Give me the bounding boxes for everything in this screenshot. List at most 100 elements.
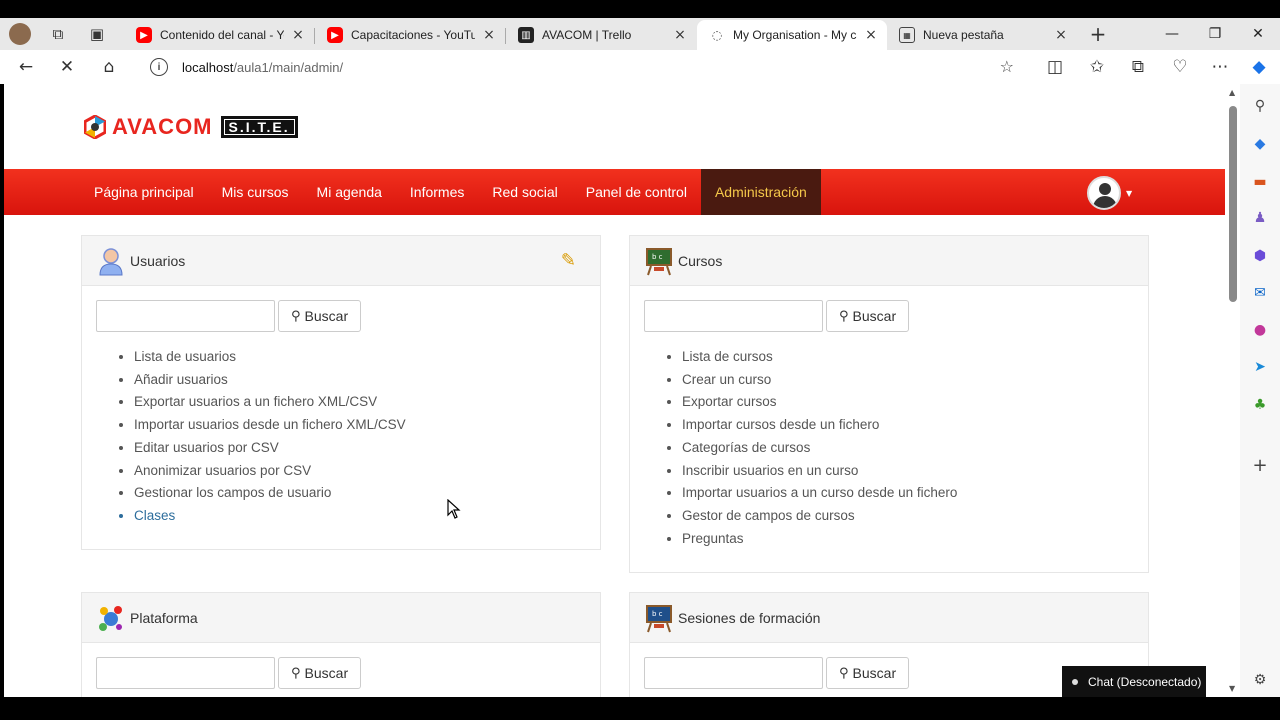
link-inscribir-usuarios[interactable]: Inscribir usuarios en un curso (682, 460, 1148, 483)
home-icon[interactable]: ⌂ (97, 55, 121, 79)
split-screen-icon[interactable]: ◫ (1043, 55, 1067, 79)
close-tab-icon[interactable]: × (481, 27, 497, 43)
browser-essentials-icon[interactable]: ♡ (1168, 55, 1192, 79)
sessions-search-input[interactable] (644, 657, 823, 689)
back-icon[interactable]: ← (14, 55, 38, 79)
svg-text:b c: b c (652, 610, 663, 618)
nav-pagina-principal[interactable]: Página principal (80, 169, 208, 215)
scroll-down-icon[interactable]: ▼ (1229, 684, 1235, 693)
tab-capacitaciones[interactable]: ▶ Capacitaciones - YouTube × (315, 20, 505, 50)
tab-strip: ⧉ ▣ ▶ Contenido del canal - YouTube × ▶ … (0, 18, 1280, 50)
user-avatar[interactable] (1087, 176, 1121, 210)
link-editar-usuarios-csv[interactable]: Editar usuarios por CSV (134, 437, 600, 460)
session-chalkboard-icon: b c (644, 603, 674, 633)
link-lista-cursos[interactable]: Lista de cursos (682, 346, 1148, 369)
link-gestionar-campos-usuario[interactable]: Gestionar los campos de usuario (134, 482, 600, 505)
youtube-icon: ▶ (327, 27, 343, 43)
search-icon[interactable]: ⚲ (1250, 96, 1270, 116)
minimize-icon[interactable]: — (1152, 22, 1192, 46)
courses-search-input[interactable] (644, 300, 823, 332)
tab-nueva-pestana[interactable]: ▦ Nueva pestaña × (887, 20, 1077, 50)
link-importar-usuarios-curso[interactable]: Importar usuarios a un curso desde un fi… (682, 482, 1148, 505)
games-icon[interactable]: ♟ (1250, 208, 1270, 228)
sessions-search-button[interactable]: ⚲ Buscar (826, 657, 910, 689)
link-preguntas[interactable]: Preguntas (682, 528, 1148, 551)
restore-icon[interactable]: ❐ (1195, 22, 1235, 46)
panel-header: b c Sesiones de formación (630, 593, 1148, 643)
outlook-icon[interactable]: ✉ (1250, 283, 1270, 303)
nav-administracion[interactable]: Administración (700, 169, 821, 215)
favorites-icon[interactable]: ✩ (1085, 55, 1109, 79)
new-tab-plus-icon[interactable]: + (1086, 22, 1110, 46)
nav-mi-agenda[interactable]: Mi agenda (303, 169, 396, 215)
close-tab-icon[interactable]: × (1053, 27, 1069, 43)
close-tab-icon[interactable]: × (290, 27, 306, 43)
link-importar-cursos[interactable]: Importar cursos desde un fichero (682, 414, 1148, 437)
page-scrollbar[interactable]: ▲ ▼ (1226, 84, 1240, 697)
users-search-input[interactable] (96, 300, 275, 332)
search-row: ⚲ Buscar (96, 300, 600, 332)
loading-icon: ◌ (711, 28, 723, 42)
copilot-icon[interactable]: ◆ (1247, 55, 1271, 79)
nav-red-social[interactable]: Red social (478, 169, 571, 215)
users-search-button[interactable]: ⚲ Buscar (278, 300, 362, 332)
search-row: ⚲ Buscar (644, 300, 1148, 332)
link-categorias-cursos[interactable]: Categorías de cursos (682, 437, 1148, 460)
close-window-icon[interactable]: ✕ (1238, 22, 1278, 46)
link-anonimizar-usuarios[interactable]: Anonimizar usuarios por CSV (134, 460, 600, 483)
close-tab-icon[interactable]: × (672, 27, 688, 43)
tab-actions-icon[interactable]: ▣ (85, 22, 109, 46)
close-tab-icon[interactable]: × (863, 27, 879, 43)
collections-icon[interactable]: ⧉ (1126, 55, 1150, 79)
telegram-icon[interactable]: ➤ (1250, 357, 1270, 377)
tab-my-organisation[interactable]: ◌ My Organisation - My canal × (697, 20, 887, 50)
designer-icon[interactable]: ● (1250, 320, 1270, 340)
search-row: ⚲ Buscar (96, 657, 600, 689)
workspaces-icon[interactable]: ⧉ (46, 22, 70, 46)
microsoft-365-icon[interactable]: ⬢ (1250, 246, 1270, 266)
panel-title: Cursos (678, 252, 723, 269)
tab-trello[interactable]: ▥ AVACOM | Trello × (506, 20, 696, 50)
nav-panel-de-control[interactable]: Panel de control (572, 169, 701, 215)
profile-avatar-icon[interactable] (8, 22, 32, 46)
courses-links-list: Lista de cursos Crear un curso Exportar … (682, 346, 1148, 550)
link-exportar-usuarios[interactable]: Exportar usuarios a un fichero XML/CSV (134, 391, 600, 414)
chat-widget[interactable]: Chat (Desconectado) (1062, 666, 1206, 697)
link-exportar-cursos[interactable]: Exportar cursos (682, 391, 1148, 414)
tab-contenido-canal[interactable]: ▶ Contenido del canal - YouTube × (124, 20, 314, 50)
nav-mis-cursos[interactable]: Mis cursos (208, 169, 303, 215)
link-clases[interactable]: Clases (134, 505, 600, 528)
platform-search-button[interactable]: ⚲ Buscar (278, 657, 362, 689)
scroll-up-icon[interactable]: ▲ (1229, 88, 1235, 97)
search-icon: ⚲ (839, 308, 849, 324)
users-icon (96, 246, 126, 276)
trello-icon: ▥ (518, 27, 534, 43)
address-bar[interactable]: i localhost/aula1/main/admin/ ☆ (140, 53, 1030, 81)
mouse-cursor-icon (447, 499, 461, 519)
favorite-star-icon[interactable]: ☆ (1000, 57, 1014, 76)
settings-gear-icon[interactable]: ⚙ (1250, 670, 1270, 690)
nav-informes[interactable]: Informes (396, 169, 478, 215)
caret-down-icon[interactable]: ▼ (1126, 189, 1132, 198)
courses-search-button[interactable]: ⚲ Buscar (826, 300, 910, 332)
link-crear-curso[interactable]: Crear un curso (682, 369, 1148, 392)
panel-usuarios: Usuarios ✎ ⚲Buscar Lista de usuarios Aña… (81, 235, 601, 550)
pencil-edit-icon[interactable]: ✎ (561, 250, 576, 271)
stop-loading-icon[interactable]: ✕ (55, 55, 79, 79)
scrollbar-thumb[interactable] (1229, 106, 1237, 302)
tools-icon[interactable]: ▬ (1250, 172, 1270, 192)
link-gestor-campos-cursos[interactable]: Gestor de campos de cursos (682, 505, 1148, 528)
chat-status-dot (1072, 678, 1078, 685)
url-text: localhost/aula1/main/admin/ (182, 59, 344, 75)
shopping-tag-icon[interactable]: ◆ (1250, 134, 1270, 154)
link-lista-usuarios[interactable]: Lista de usuarios (134, 346, 600, 369)
site-info-icon[interactable]: i (150, 58, 168, 76)
tree-icon[interactable]: ♣ (1250, 395, 1270, 415)
link-importar-usuarios[interactable]: Importar usuarios desde un fichero XML/C… (134, 414, 600, 437)
add-sidebar-app-icon[interactable]: + (1250, 455, 1270, 476)
link-anadir-usuarios[interactable]: Añadir usuarios (134, 369, 600, 392)
site-logo[interactable]: AVACOM S.I.T.E. (83, 112, 298, 142)
platform-search-input[interactable] (96, 657, 275, 689)
more-menu-icon[interactable]: ⋯ (1208, 55, 1232, 79)
browser-toolbar: ← ✕ ⌂ i localhost/aula1/main/admin/ ☆ ◫ … (0, 50, 1280, 84)
